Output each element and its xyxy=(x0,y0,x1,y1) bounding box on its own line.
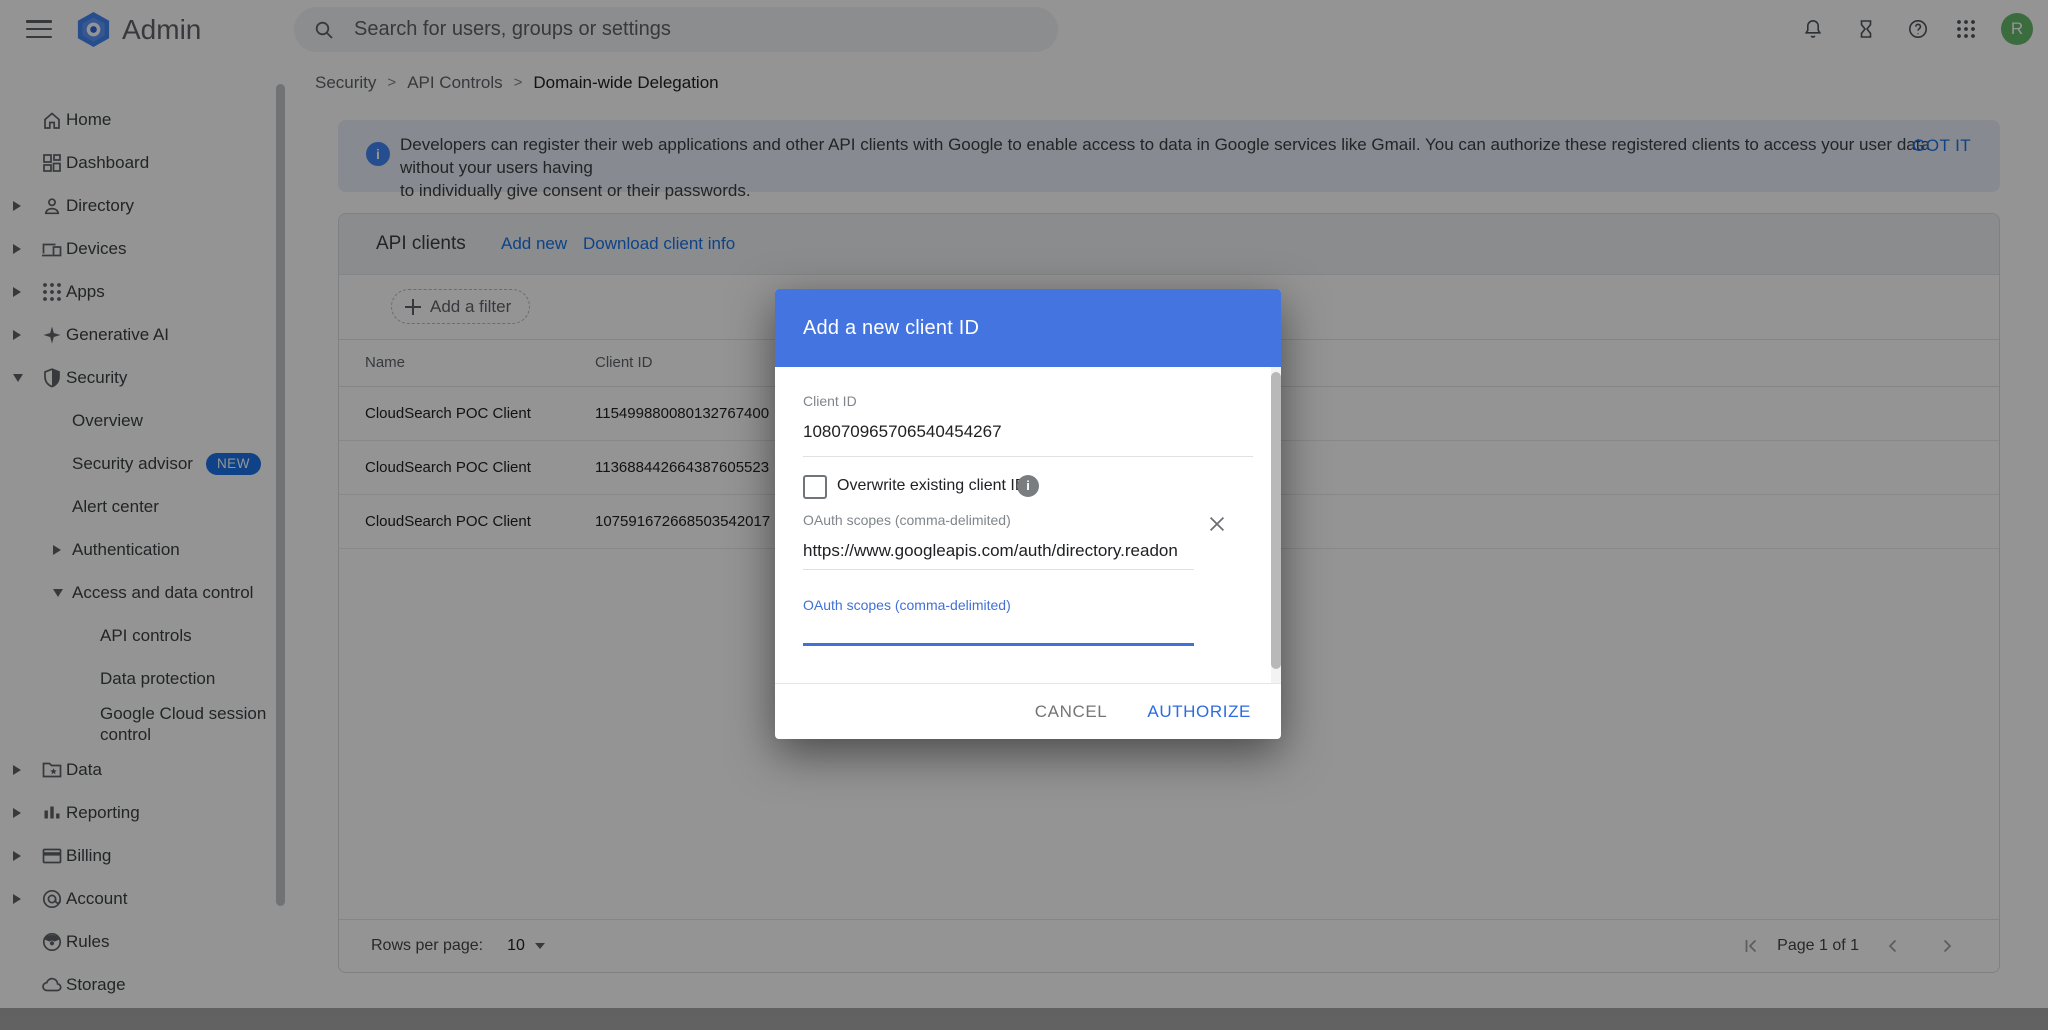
focused-field-underline xyxy=(803,643,1194,646)
oauth-scopes-label-2: OAuth scopes (comma-delimited) xyxy=(803,597,1011,613)
overwrite-label: Overwrite existing client ID xyxy=(837,477,1026,495)
oauth-scopes-input-2[interactable] xyxy=(803,623,1194,645)
overwrite-checkbox[interactable] xyxy=(803,475,827,499)
authorize-button[interactable]: AUTHORIZE xyxy=(1145,696,1253,728)
oauth-scopes-underline xyxy=(803,569,1194,570)
add-client-id-dialog: Add a new client ID Client ID Overwrite … xyxy=(775,289,1281,739)
close-icon[interactable] xyxy=(1203,510,1231,538)
dialog-header: Add a new client ID xyxy=(775,289,1281,367)
dialog-footer: CANCEL AUTHORIZE xyxy=(775,683,1281,739)
client-id-underline xyxy=(803,456,1253,457)
oauth-scopes-label: OAuth scopes (comma-delimited) xyxy=(803,512,1011,528)
dialog-scrollbar-thumb[interactable] xyxy=(1271,372,1281,669)
overwrite-info-icon[interactable] xyxy=(1017,475,1039,497)
client-id-label: Client ID xyxy=(803,393,857,409)
client-id-input[interactable] xyxy=(803,421,1253,443)
oauth-scopes-input[interactable] xyxy=(803,540,1194,562)
dialog-title: Add a new client ID xyxy=(803,289,979,367)
cancel-button[interactable]: CANCEL xyxy=(1033,696,1110,728)
